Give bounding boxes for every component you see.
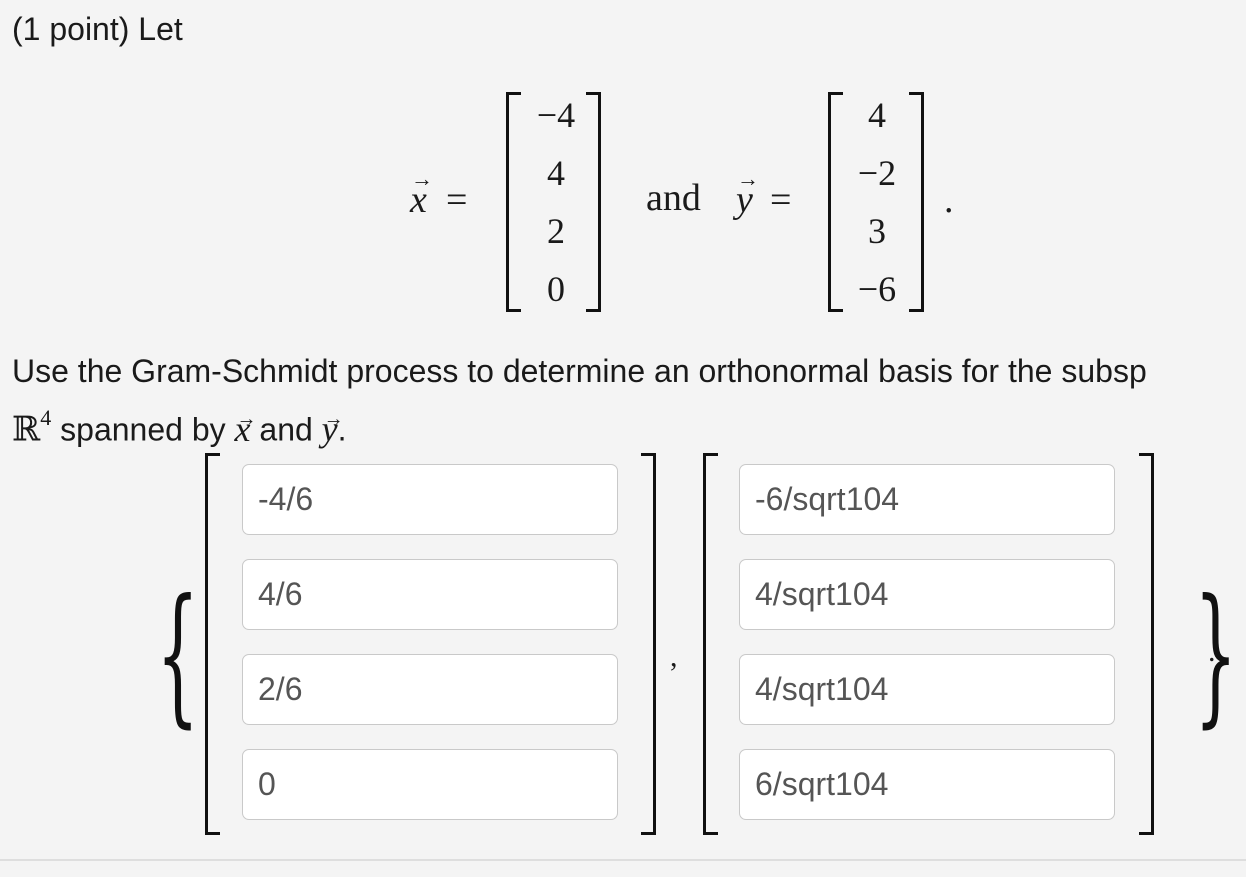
answer-v2-entry-3[interactable] <box>739 654 1115 725</box>
y-vector-symbol: → y <box>736 166 759 221</box>
set-close-brace: } <box>1194 568 1238 742</box>
set-open-brace: { <box>156 568 200 742</box>
x-entry-1: −4 <box>536 95 576 135</box>
y-entry-2: −2 <box>857 153 897 193</box>
answer-v2-entry-2[interactable] <box>739 559 1115 630</box>
answer-v2-entry-1[interactable] <box>739 464 1115 535</box>
prompt-text-line2: ℝ4 spanned by → x and → y. <box>12 402 347 450</box>
y-entry-1: 4 <box>868 95 886 135</box>
y-entry-3: 3 <box>868 211 886 251</box>
answer-v1-entry-3[interactable] <box>242 654 618 725</box>
vector-separator-comma: , <box>670 640 678 673</box>
answer-v1-entry-4[interactable] <box>242 749 618 820</box>
real-numbers-symbol: ℝ <box>12 409 41 450</box>
x-entry-4: 0 <box>547 269 565 309</box>
answer-end-period: . <box>1208 635 1216 668</box>
x-entry-3: 2 <box>547 211 565 251</box>
dimension-exponent: 4 <box>40 405 52 430</box>
and-connector: and <box>646 177 701 219</box>
x-matrix-left-bracket <box>506 92 521 312</box>
prompt-text: Use the Gram-Schmidt process to determin… <box>12 353 1147 389</box>
answer-v1-entry-1[interactable] <box>242 464 618 535</box>
vector-arrow-icon: → <box>236 407 257 430</box>
x-entry-2: 4 <box>547 153 565 193</box>
vector-arrow-icon: → <box>737 166 759 191</box>
problem-header: (1 point) Let <box>12 11 183 47</box>
y-matrix-left-bracket <box>828 92 843 312</box>
answer-vector2-right-bracket <box>1139 453 1154 835</box>
x-equals-sign: = <box>446 179 468 221</box>
x-inline-vector: → x <box>235 408 257 449</box>
answer-v2-entry-4[interactable] <box>739 749 1115 820</box>
x-vector-symbol: → x <box>410 166 433 221</box>
vector-arrow-icon: → <box>411 166 433 191</box>
answer-vector1-left-bracket <box>205 453 220 835</box>
y-entry-4: −6 <box>857 269 897 309</box>
answer-vector2-left-bracket <box>703 453 718 835</box>
y-inline-vector: → y <box>322 408 344 449</box>
answer-vector1-right-bracket <box>641 453 656 835</box>
vector-arrow-icon: → <box>323 407 344 430</box>
y-equals-sign: = <box>770 179 792 221</box>
bottom-divider <box>0 859 1246 861</box>
answer-v1-entry-2[interactable] <box>242 559 618 630</box>
definition-period: . <box>944 179 954 221</box>
